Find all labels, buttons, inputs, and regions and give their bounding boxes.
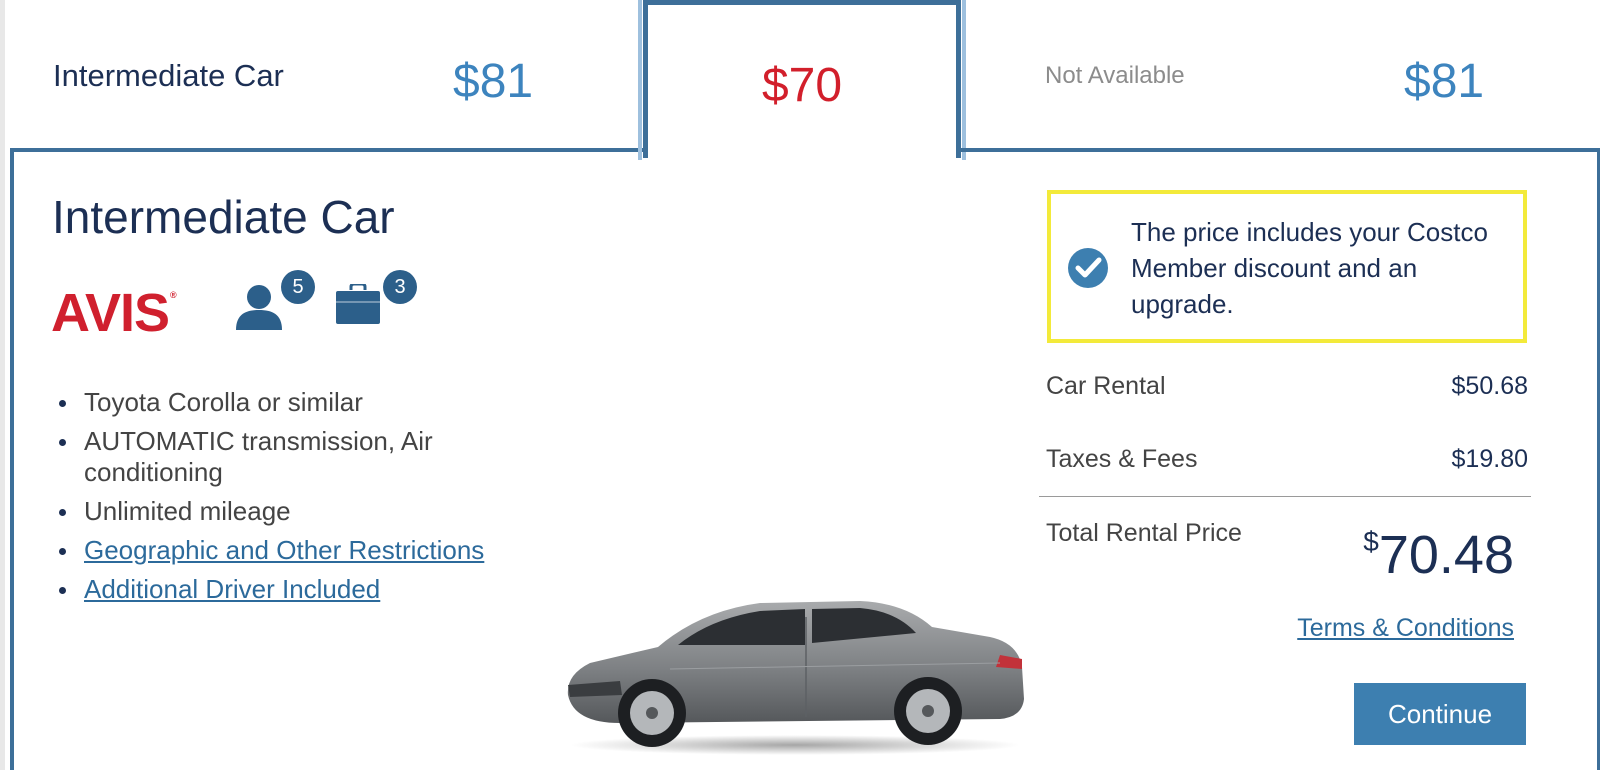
- taxes-fees-amount: $19.80: [1451, 445, 1528, 473]
- car-image: [567, 601, 1024, 755]
- tab-selected[interactable]: $70: [638, 0, 966, 160]
- brand-name: AVIS: [51, 283, 170, 343]
- checkmark-circle-icon: [1068, 248, 1108, 288]
- car-rental-amount: $50.68: [1451, 372, 1528, 400]
- passenger-count-badge: 5: [281, 270, 315, 304]
- taxes-fees-label: Taxes & Fees: [1046, 445, 1198, 473]
- feature-item-link: Geographic and Other Restrictions: [57, 535, 517, 566]
- avis-logo: AVIS®: [51, 282, 177, 344]
- car-rental-row: Car Rental $50.68: [1046, 372, 1528, 401]
- total-price-label: Total Rental Price: [1046, 519, 1242, 547]
- car-title: Intermediate Car: [52, 191, 395, 243]
- additional-driver-link[interactable]: Additional Driver Included: [84, 574, 380, 604]
- person-icon: [236, 285, 282, 330]
- tab-status: Not Available: [1045, 62, 1185, 89]
- tab-price-selected: $70: [761, 59, 843, 112]
- discount-notice: The price includes your Costco Member di…: [1047, 190, 1527, 343]
- total-price-amount: $70.48: [1363, 524, 1514, 586]
- discount-message: The price includes your Costco Member di…: [1131, 217, 1488, 319]
- feature-item-link: Additional Driver Included: [57, 574, 517, 605]
- registered-mark: ®: [170, 290, 177, 300]
- currency-symbol: $: [1363, 526, 1379, 557]
- tab-price: $81: [453, 55, 534, 108]
- feature-list: Toyota Corolla or similar AUTOMATIC tran…: [57, 387, 517, 613]
- briefcase-icon: [336, 284, 380, 324]
- tab-price: $81: [1404, 55, 1485, 108]
- feature-item: Unlimited mileage: [57, 496, 517, 527]
- results-frame: Intermediate Car $81 $70 Not Available $…: [0, 0, 1600, 770]
- total-value: 70.48: [1378, 525, 1514, 585]
- feature-item: Toyota Corolla or similar: [57, 387, 517, 418]
- car-rental-label: Car Rental: [1046, 372, 1166, 400]
- terms-conditions-link[interactable]: Terms & Conditions: [1297, 614, 1514, 643]
- continue-button[interactable]: Continue: [1354, 683, 1526, 745]
- bag-count-badge: 3: [383, 270, 417, 304]
- feature-item: AUTOMATIC transmission, Air conditioning: [57, 426, 517, 488]
- tab-intermediate[interactable]: Intermediate Car $81: [10, 0, 647, 152]
- taxes-fees-row: Taxes & Fees $19.80: [1046, 445, 1528, 474]
- price-divider: [1039, 496, 1531, 497]
- car-detail-panel: Intermediate Car AVIS® 5 3 Toyota Coroll…: [10, 152, 1600, 770]
- tab-car-class: Intermediate Car: [53, 58, 284, 93]
- tab-not-available[interactable]: Not Available $81: [961, 0, 1600, 152]
- restrictions-link[interactable]: Geographic and Other Restrictions: [84, 535, 484, 565]
